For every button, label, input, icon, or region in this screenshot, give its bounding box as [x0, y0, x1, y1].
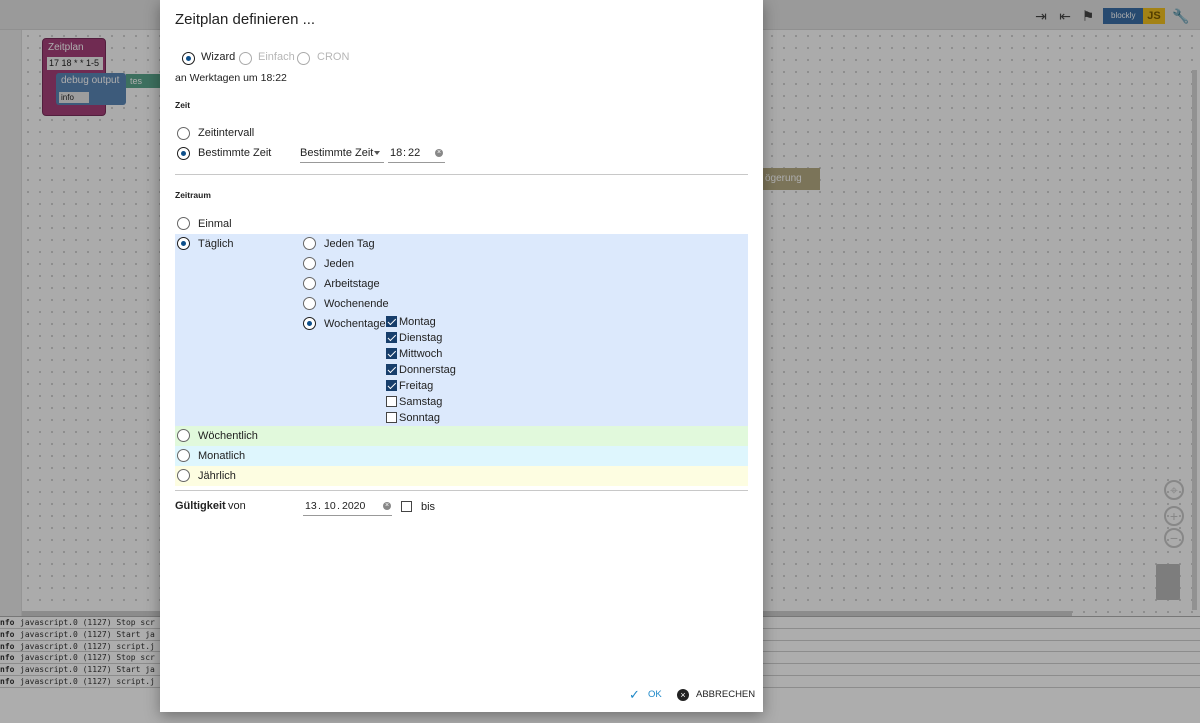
weekday-label-donnerstag: Donnerstag	[399, 364, 456, 376]
weekday-checkbox-dienstag[interactable]	[386, 332, 397, 343]
weekday-label-dienstag: Dienstag	[399, 332, 443, 344]
zeitraum-radio-taeglich[interactable]	[177, 237, 190, 250]
taeglich-radio-arbeitstage[interactable]	[303, 277, 316, 290]
clear-date-icon[interactable]: ×	[383, 502, 391, 510]
zeitraum-radio-einmal[interactable]	[177, 217, 190, 230]
check-icon: ✓	[629, 687, 640, 702]
taeglich-panel	[175, 234, 748, 426]
section-heading-gueltigkeit: Gültigkeit	[175, 500, 226, 512]
section-heading-zeit: Zeit	[175, 100, 191, 110]
jaehrlich-row	[175, 466, 748, 486]
schedule-dialog: Zeitplan definieren ... Wizard Einfach C…	[160, 0, 763, 712]
weekday-label-freitag: Freitag	[399, 380, 434, 392]
mode-radio-cron[interactable]	[297, 52, 310, 65]
ok-button[interactable]: ✓ OK	[627, 686, 667, 704]
time-hour: 18	[390, 147, 403, 159]
schedule-summary: an Werktagen um 18:22	[175, 72, 287, 84]
zeitraum-radio-woechentlich[interactable]	[177, 429, 190, 442]
dialog-title: Zeitplan definieren ...	[175, 11, 316, 28]
zeitraum-radio-monatlich[interactable]	[177, 449, 190, 462]
clear-time-icon[interactable]: ×	[435, 149, 443, 157]
taeglich-label-wochentage: Wochentage	[324, 318, 386, 330]
close-icon: ×	[677, 689, 689, 701]
divider	[175, 174, 748, 175]
date-year: 2020	[342, 500, 366, 512]
taeglich-label-arbeitstage: Arbeitstage	[324, 278, 380, 290]
zeit-radio-bestimmte[interactable]	[177, 147, 190, 160]
von-label: von	[228, 500, 246, 512]
zeitraum-label-monatlich: Monatlich	[198, 450, 246, 462]
weekday-label-montag: Montag	[399, 316, 436, 328]
zeit-type-select[interactable]: Bestimmte Zeit	[300, 145, 384, 163]
cancel-button[interactable]: × ABBRECHEN	[677, 686, 757, 704]
mode-radio-einfach[interactable]	[239, 52, 252, 65]
bis-checkbox[interactable]	[401, 501, 412, 512]
time-minute: 22	[408, 147, 421, 159]
monatlich-row	[175, 446, 748, 466]
zeitraum-radio-jaehrlich[interactable]	[177, 469, 190, 482]
mode-label-wizard: Wizard	[201, 51, 236, 63]
chevron-down-icon	[374, 151, 380, 155]
ok-button-label: OK	[648, 689, 662, 700]
zeitraum-label-taeglich: Täglich	[198, 238, 234, 250]
zeitraum-label-einmal: Einmal	[198, 218, 232, 230]
mode-label-cron: CRON	[317, 51, 350, 63]
taeglich-label-wochenende: Wochenende	[324, 298, 389, 310]
time-separator: :	[403, 147, 407, 159]
weekday-checkbox-freitag[interactable]	[386, 380, 397, 391]
woechentlich-row	[175, 426, 748, 446]
zeit-radio-intervall[interactable]	[177, 127, 190, 140]
taeglich-radio-wochentage[interactable]	[303, 317, 316, 330]
taeglich-label-jeden: Jeden	[324, 258, 354, 270]
weekday-label-mittwoch: Mittwoch	[399, 348, 443, 360]
taeglich-radio-jeden[interactable]	[303, 257, 316, 270]
zeitraum-label-woechentlich: Wöchentlich	[198, 430, 258, 442]
weekday-label-samstag: Samstag	[399, 396, 443, 408]
divider	[175, 490, 748, 491]
date-day: 13	[305, 500, 317, 512]
weekday-checkbox-sonntag[interactable]	[386, 412, 397, 423]
zeit-type-select-value: Bestimmte Zeit	[300, 147, 374, 159]
bis-label: bis	[421, 501, 436, 513]
date-month: 10	[324, 500, 336, 512]
weekday-checkbox-mittwoch[interactable]	[386, 348, 397, 359]
weekday-label-sonntag: Sonntag	[399, 412, 440, 424]
zeitraum-label-jaehrlich: Jährlich	[198, 470, 236, 482]
taeglich-label-jeden-tag: Jeden Tag	[324, 238, 375, 250]
weekday-checkbox-donnerstag[interactable]	[386, 364, 397, 375]
date-separator: .	[337, 500, 340, 512]
time-input[interactable]: 18 : 22 ×	[388, 145, 445, 163]
section-heading-zeitraum: Zeitraum	[175, 190, 211, 200]
zeit-label-intervall: Zeitintervall	[198, 127, 255, 139]
weekday-checkbox-montag[interactable]	[386, 316, 397, 327]
date-separator: .	[318, 500, 321, 512]
mode-radio-wizard[interactable]	[182, 52, 195, 65]
zeit-label-bestimmte: Bestimmte Zeit	[198, 147, 272, 159]
mode-label-einfach: Einfach	[258, 51, 295, 63]
taeglich-radio-jeden-tag[interactable]	[303, 237, 316, 250]
taeglich-radio-wochenende[interactable]	[303, 297, 316, 310]
cancel-button-label: ABBRECHEN	[696, 689, 756, 700]
start-date-input[interactable]: 13 . 10 . 2020 ×	[303, 498, 392, 516]
weekday-checkbox-samstag[interactable]	[386, 396, 397, 407]
